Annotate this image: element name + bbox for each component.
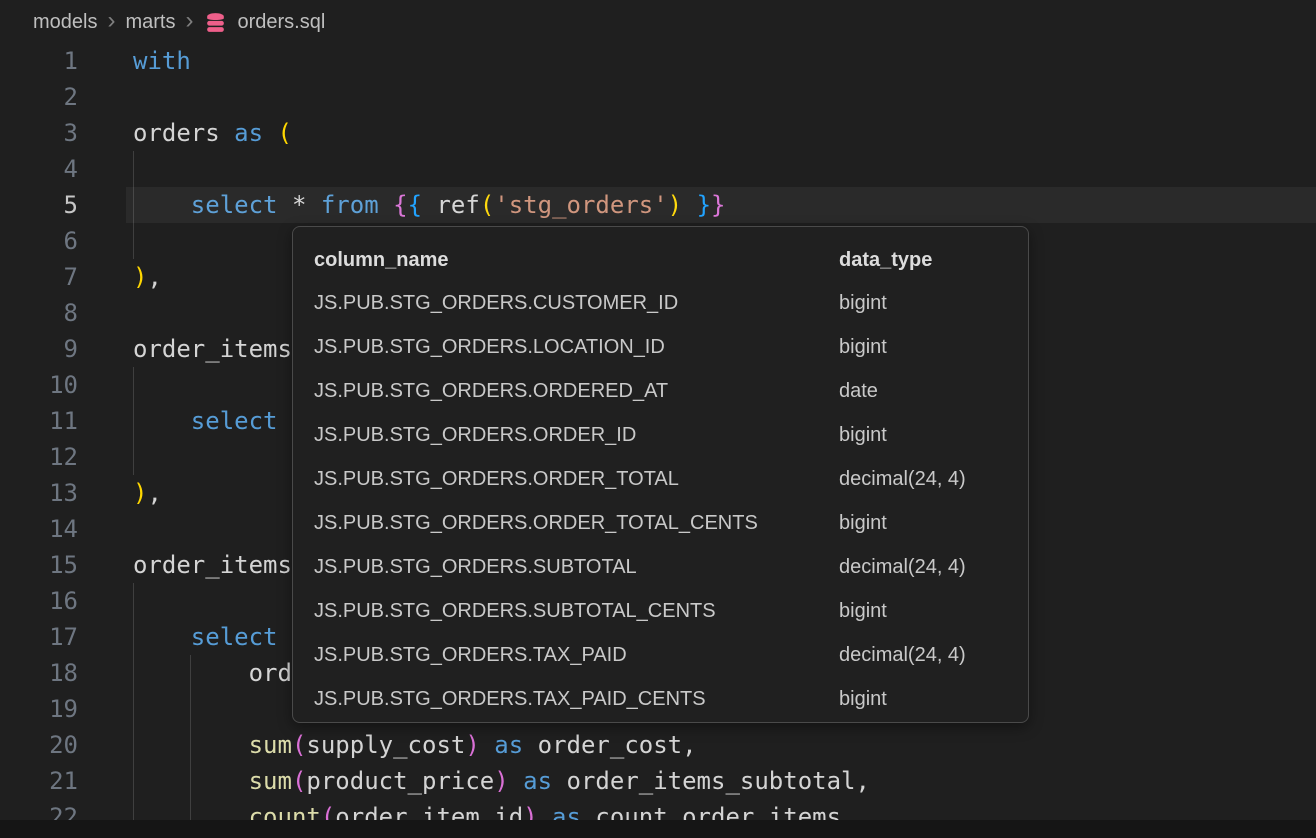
column-name-cell: JS.PUB.STG_ORDERS.ORDER_TOTAL: [314, 457, 679, 501]
line-number[interactable]: 8: [0, 295, 78, 331]
data-type-cell: bigint: [839, 413, 887, 457]
line-number[interactable]: 9: [0, 331, 78, 367]
line-number[interactable]: 14: [0, 511, 78, 547]
line-number[interactable]: 3: [0, 115, 78, 151]
data-type-cell: decimal(24, 4): [839, 545, 966, 589]
data-type-cell: bigint: [839, 325, 887, 369]
indent-guide: [133, 583, 134, 619]
line-number[interactable]: 10: [0, 367, 78, 403]
breadcrumb-item-models[interactable]: models: [33, 11, 97, 34]
line-number[interactable]: 20: [0, 727, 78, 763]
column-name-cell: JS.PUB.STG_ORDERS.ORDER_TOTAL_CENTS: [314, 501, 758, 545]
table-row: JS.PUB.STG_ORDERS.ORDER_TOTAL decimal(24,…: [293, 457, 1028, 501]
breadcrumb: models › marts › orders.sql: [0, 0, 1316, 44]
code-text: select * from {{ ref('stg_orders') }}: [133, 187, 725, 223]
data-type-cell: decimal(24, 4): [839, 633, 966, 677]
column-name-cell: JS.PUB.STG_ORDERS.CUSTOMER_ID: [314, 281, 678, 325]
table-row: JS.PUB.STG_ORDERS.SUBTOTAL_CENTS bigint: [293, 589, 1028, 633]
column-name-cell: JS.PUB.STG_ORDERS.LOCATION_ID: [314, 325, 665, 369]
table-row: JS.PUB.STG_ORDERS.CUSTOMER_ID bigint: [293, 281, 1028, 325]
code-line[interactable]: 20 sum(supply_cost) as order_cost,: [0, 727, 1316, 763]
database-icon: [203, 10, 228, 35]
table-row: JS.PUB.STG_ORDERS.ORDER_ID bigint: [293, 413, 1028, 457]
line-number[interactable]: 13: [0, 475, 78, 511]
code-line[interactable]: 1 with: [0, 43, 1316, 79]
code-line[interactable]: 21 sum(product_price) as order_items_sub…: [0, 763, 1316, 799]
line-number[interactable]: 19: [0, 691, 78, 727]
data-type-cell: decimal(24, 4): [839, 457, 966, 501]
line-number[interactable]: 15: [0, 547, 78, 583]
indent-guide: [133, 691, 134, 727]
line-number[interactable]: 7: [0, 259, 78, 295]
table-row: JS.PUB.STG_ORDERS.TAX_PAID_CENTS bigint: [293, 677, 1028, 721]
code-line[interactable]: 4: [0, 151, 1316, 187]
code-text: ),: [133, 475, 162, 511]
line-number[interactable]: 17: [0, 619, 78, 655]
line-number[interactable]: 1: [0, 43, 78, 79]
code-text: sum(product_price) as order_items_subtot…: [133, 763, 870, 799]
breadcrumb-item-marts[interactable]: marts: [125, 11, 175, 34]
hover-popup-column-table: column_name data_type JS.PUB.STG_ORDERS.…: [292, 226, 1029, 723]
code-text: order_items: [133, 331, 292, 367]
breadcrumb-item-orders-sql[interactable]: orders.sql: [237, 11, 325, 34]
column-table-header: column_name data_type: [293, 239, 1028, 281]
line-number[interactable]: 11: [0, 403, 78, 439]
line-number[interactable]: 18: [0, 655, 78, 691]
code-line[interactable]: 3 orders as (: [0, 115, 1316, 151]
line-number[interactable]: 6: [0, 223, 78, 259]
column-name-cell: JS.PUB.STG_ORDERS.TAX_PAID: [314, 633, 627, 677]
code-text: order_items: [133, 547, 292, 583]
code-text: orders as (: [133, 115, 292, 151]
table-row: JS.PUB.STG_ORDERS.ORDER_TOTAL_CENTS bigin…: [293, 501, 1028, 545]
indent-guide: [133, 223, 134, 259]
data-type-cell: bigint: [839, 281, 887, 325]
column-name-cell: JS.PUB.STG_ORDERS.SUBTOTAL_CENTS: [314, 589, 716, 633]
table-row: JS.PUB.STG_ORDERS.LOCATION_ID bigint: [293, 325, 1028, 369]
column-name-header: column_name: [314, 239, 448, 281]
line-number[interactable]: 21: [0, 763, 78, 799]
data-type-cell: bigint: [839, 589, 887, 633]
code-text: with: [133, 43, 191, 79]
indent-guide: [190, 691, 191, 727]
bottom-panel-edge: [0, 820, 1316, 838]
chevron-right-icon: ›: [185, 9, 193, 36]
code-text: ),: [133, 259, 162, 295]
table-row: JS.PUB.STG_ORDERS.ORDERED_AT date: [293, 369, 1028, 413]
code-text: ord: [133, 655, 292, 691]
line-number[interactable]: 12: [0, 439, 78, 475]
indent-guide: [133, 367, 134, 403]
chevron-right-icon: ›: [107, 9, 115, 36]
data-type-cell: bigint: [839, 677, 887, 721]
column-name-cell: JS.PUB.STG_ORDERS.SUBTOTAL: [314, 545, 637, 589]
code-text: select: [133, 619, 278, 655]
data-type-cell: bigint: [839, 501, 887, 545]
code-line[interactable]: 2: [0, 79, 1316, 115]
data-type-cell: date: [839, 369, 878, 413]
code-text: sum(supply_cost) as order_cost,: [133, 727, 697, 763]
column-name-cell: JS.PUB.STG_ORDERS.ORDERED_AT: [314, 369, 668, 413]
code-line[interactable]: 5 select * from {{ ref('stg_orders') }}: [0, 187, 1316, 223]
line-number[interactable]: 2: [0, 79, 78, 115]
indent-guide: [133, 439, 134, 475]
table-row: JS.PUB.STG_ORDERS.SUBTOTAL decimal(24, 4): [293, 545, 1028, 589]
data-type-header: data_type: [839, 239, 932, 281]
line-number[interactable]: 16: [0, 583, 78, 619]
code-text: select: [133, 403, 278, 439]
line-number[interactable]: 5: [0, 187, 78, 223]
column-name-cell: JS.PUB.STG_ORDERS.TAX_PAID_CENTS: [314, 677, 706, 721]
table-row: JS.PUB.STG_ORDERS.TAX_PAID decimal(24, 4): [293, 633, 1028, 677]
indent-guide: [133, 151, 134, 187]
column-table-rows: JS.PUB.STG_ORDERS.CUSTOMER_IDbigintJS.PU…: [293, 281, 1028, 721]
line-number[interactable]: 4: [0, 151, 78, 187]
column-name-cell: JS.PUB.STG_ORDERS.ORDER_ID: [314, 413, 636, 457]
